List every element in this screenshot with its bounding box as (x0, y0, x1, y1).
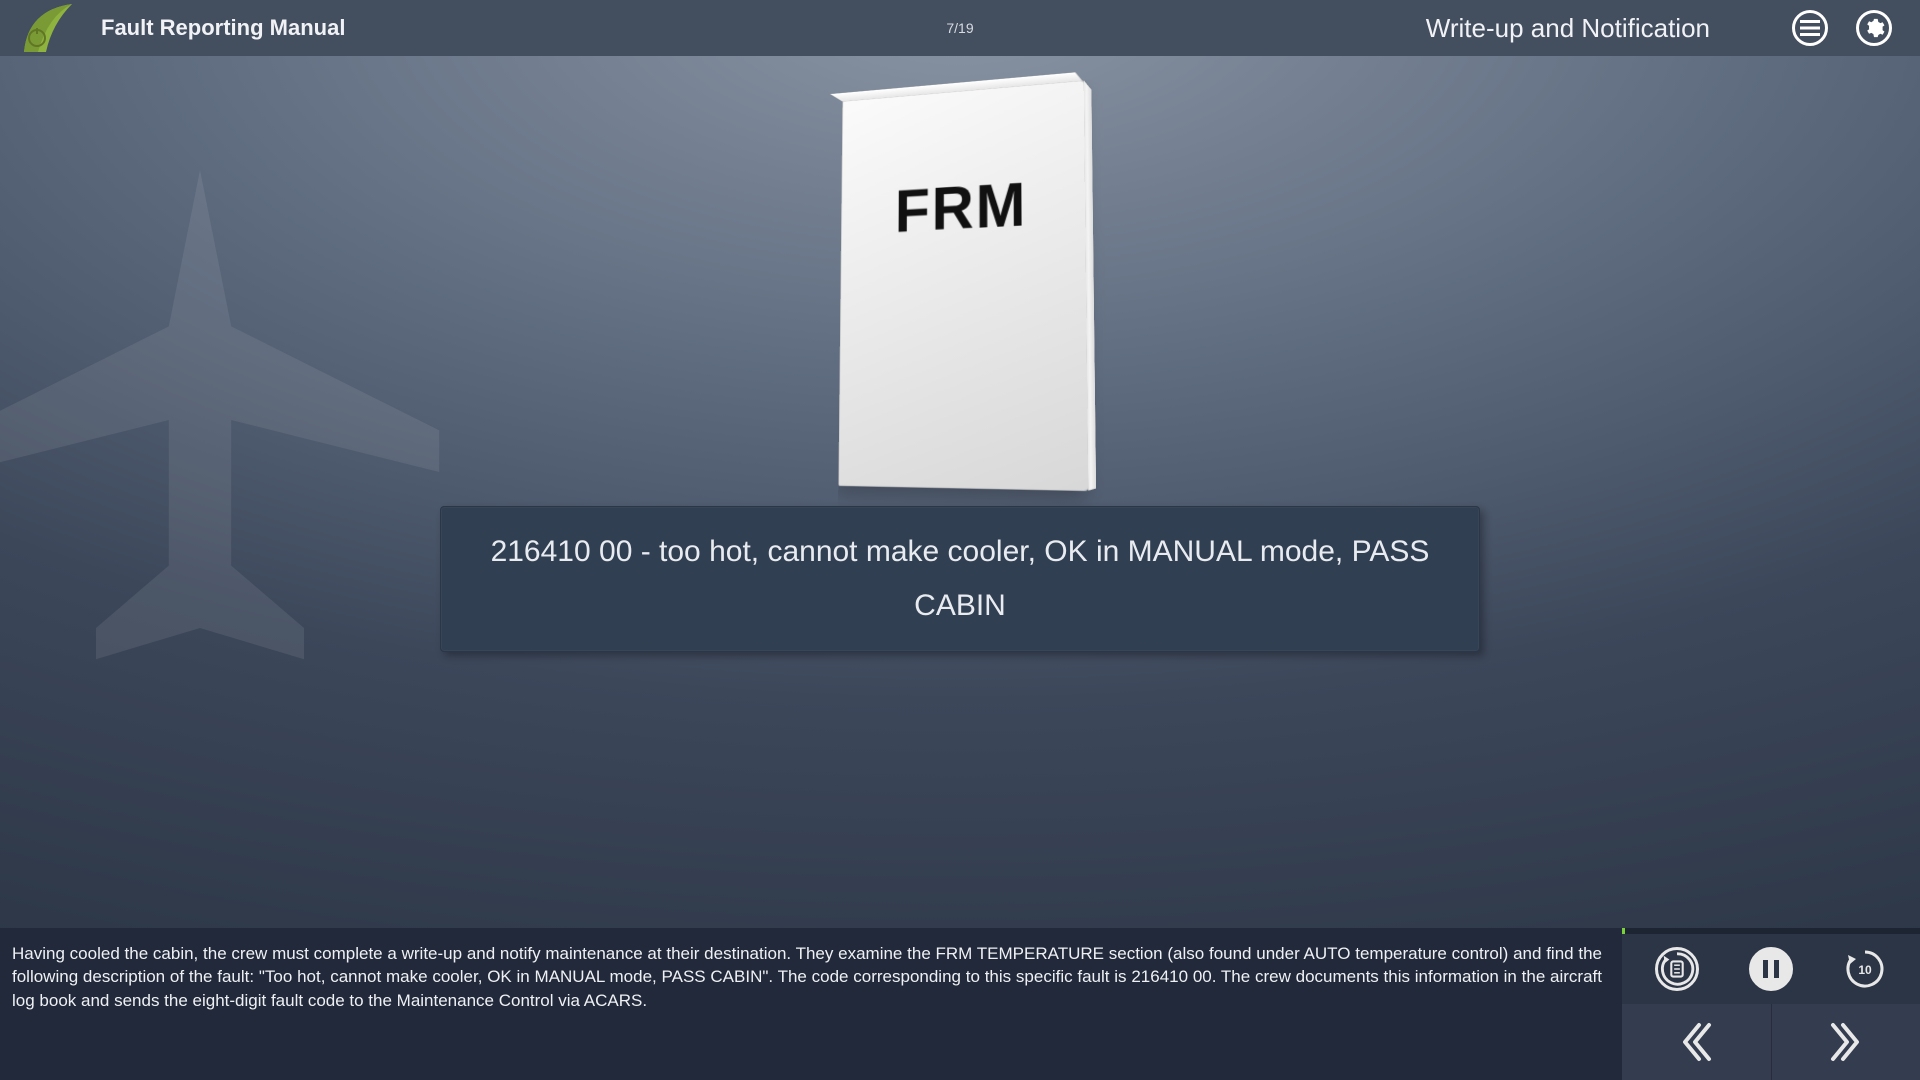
main-content: FRM 216410 00 - too hot, cannot make coo… (0, 56, 1920, 1080)
pause-icon (1763, 960, 1779, 978)
svg-text:10: 10 (1858, 963, 1872, 977)
bottom-bar: Having cooled the cabin, the crew must c… (0, 928, 1920, 1080)
header-bar: Fault Reporting Manual 7/19 Write-up and… (0, 0, 1920, 56)
page-counter: 7/19 (946, 20, 973, 36)
chevron-left-icon (1679, 1021, 1713, 1063)
narration-text: Having cooled the cabin, the crew must c… (0, 928, 1622, 1080)
rewind-10-button[interactable]: 10 (1843, 947, 1887, 991)
chevron-right-icon (1829, 1021, 1863, 1063)
transcript-button[interactable] (1655, 947, 1699, 991)
fault-code-box: 216410 00 - too hot, cannot make cooler,… (440, 506, 1480, 652)
book-cover-label: FRM (895, 169, 1028, 246)
settings-button[interactable] (1856, 10, 1892, 46)
transcript-icon (1658, 949, 1696, 989)
progress-fill (1622, 928, 1625, 934)
gear-icon (1863, 17, 1885, 39)
progress-track[interactable] (1622, 928, 1920, 934)
pause-button[interactable] (1749, 947, 1793, 991)
player-controls: 10 (1622, 928, 1920, 1080)
section-title: Write-up and Notification (1426, 13, 1710, 44)
prev-button[interactable] (1622, 1004, 1771, 1080)
course-title: Fault Reporting Manual (101, 15, 345, 41)
frm-book-graphic: FRM (830, 86, 1090, 486)
menu-button[interactable] (1792, 10, 1828, 46)
rewind-icon: 10 (1843, 947, 1887, 991)
fault-code-text: 216410 00 - too hot, cannot make cooler,… (481, 525, 1439, 633)
next-button[interactable] (1771, 1004, 1920, 1080)
brand-logo (0, 0, 95, 56)
hamburger-icon (1800, 20, 1820, 36)
